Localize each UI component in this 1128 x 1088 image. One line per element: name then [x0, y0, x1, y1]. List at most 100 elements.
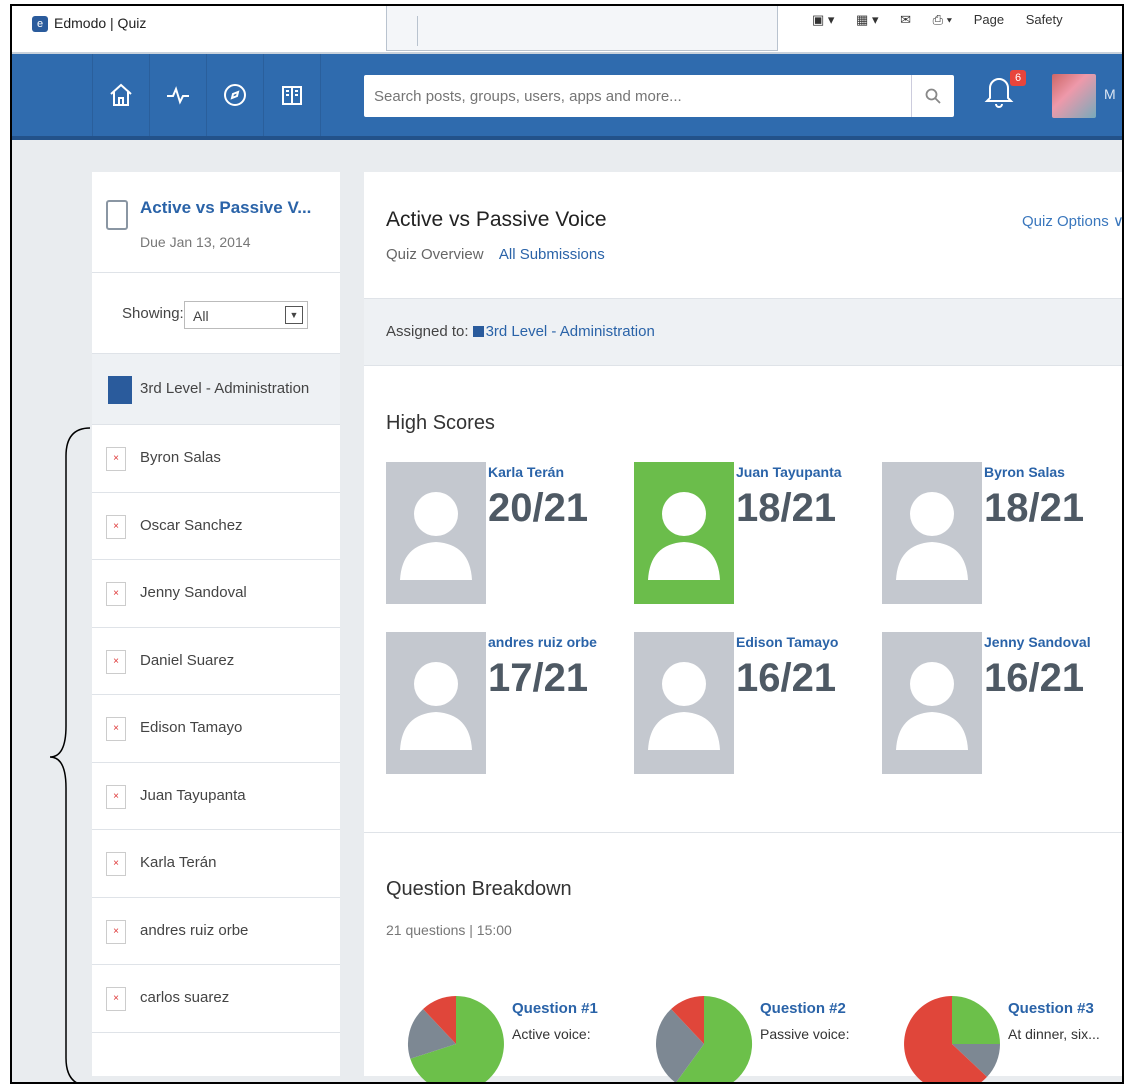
high-scores-heading: High Scores — [386, 412, 495, 434]
student-photo[interactable] — [882, 632, 982, 774]
student-name: Byron Salas — [140, 449, 221, 466]
pie-slice — [952, 996, 1000, 1044]
student-name: carlos suarez — [140, 989, 230, 1006]
not-submitted-icon: × — [106, 987, 126, 1011]
home-icon[interactable]: ▣ ▾ — [812, 12, 834, 27]
edmodo-tab-icon: e — [32, 16, 48, 32]
nav-icon-group — [92, 54, 321, 136]
high-score-card: Byron Salas 18/21 — [882, 462, 1122, 604]
student-photo[interactable] — [634, 632, 734, 774]
not-submitted-icon: × — [106, 717, 126, 741]
default-avatar-icon — [648, 662, 720, 750]
showing-label: Showing: — [122, 305, 184, 322]
high-score-value: 17/21 — [488, 656, 589, 700]
activity-nav-icon[interactable] — [150, 54, 207, 136]
tab-all-submissions[interactable]: All Submissions — [499, 246, 605, 263]
high-score-name[interactable]: Karla Terán — [488, 464, 564, 480]
sidebar-quiz-header[interactable]: Active vs Passive V... Due Jan 13, 2014 — [92, 172, 340, 273]
student-row[interactable]: × Byron Salas — [92, 425, 340, 493]
high-score-name[interactable]: Juan Tayupanta — [736, 464, 842, 480]
high-score-name[interactable]: andres ruiz orbe — [488, 634, 597, 650]
student-name: Jenny Sandoval — [140, 584, 247, 601]
high-score-name[interactable]: Edison Tamayo — [736, 634, 838, 650]
not-submitted-icon: × — [106, 514, 126, 539]
quiz-document-icon — [106, 200, 128, 230]
student-row[interactable]: × Oscar Sanchez — [92, 493, 340, 560]
not-submitted-icon: × — [106, 919, 126, 944]
compass-nav-icon[interactable] — [207, 54, 264, 136]
student-row[interactable]: × andres ruiz orbe — [92, 898, 340, 965]
sidebar-quiz-due: Due Jan 13, 2014 — [140, 234, 251, 250]
quiz-header: Active vs Passive Voice Quiz Overview Al… — [364, 172, 1122, 299]
default-avatar-icon — [400, 492, 472, 580]
search-button[interactable] — [911, 75, 954, 117]
dropdown-arrow-icon[interactable]: ▼ — [285, 306, 303, 324]
page-menu[interactable]: Page — [974, 12, 1004, 27]
question-text: Passive voice: — [760, 1026, 850, 1042]
student-row[interactable]: × Daniel Suarez — [92, 628, 340, 695]
student-name: Edison Tamayo — [140, 719, 243, 736]
student-name: Daniel Suarez — [140, 651, 235, 669]
student-photo[interactable] — [386, 462, 486, 604]
not-submitted-icon: × — [106, 447, 126, 471]
high-score-value: 16/21 — [984, 656, 1085, 700]
feeds-icon[interactable]: ▦ ▾ — [856, 12, 878, 27]
high-score-value: 20/21 — [488, 486, 589, 530]
student-photo[interactable] — [386, 632, 486, 774]
search-bar — [364, 75, 954, 117]
high-score-card: Karla Terán 20/21 — [386, 462, 626, 604]
group-color-icon — [472, 326, 484, 337]
student-name: Juan Tayupanta — [140, 786, 246, 804]
student-name: andres ruiz orbe — [140, 921, 249, 939]
student-list: × Byron Salas × Oscar Sanchez × Jenny Sandova… — [92, 425, 340, 1033]
high-score-card: Edison Tamayo 16/21 — [634, 632, 874, 774]
question-pie-chart[interactable] — [900, 992, 1004, 1084]
address-box[interactable] — [386, 6, 778, 51]
high-score-name[interactable]: Byron Salas — [984, 464, 1065, 480]
question-item: Question #3 At dinner, six... — [878, 972, 1118, 1084]
quiz-tabs: Quiz Overview All Submissions — [386, 246, 617, 263]
mail-icon[interactable]: ✉ — [900, 12, 911, 27]
showing-filter: Showing: All ▼ — [92, 273, 340, 354]
section-divider — [364, 832, 1122, 833]
student-photo[interactable] — [882, 462, 982, 604]
assigned-group-link[interactable]: 3rd Level - Administration — [486, 323, 655, 340]
sidebar-quiz-title[interactable]: Active vs Passive V... — [140, 198, 311, 218]
home-nav-icon[interactable] — [93, 54, 150, 136]
question-title[interactable]: Question #2 — [760, 1000, 846, 1017]
question-pie-chart[interactable] — [404, 992, 508, 1084]
default-avatar-icon — [400, 662, 472, 750]
student-row[interactable]: × Karla Terán — [92, 830, 340, 898]
quiz-main-panel: Active vs Passive Voice Quiz Overview Al… — [364, 172, 1122, 1082]
browser-tab-title[interactable]: Edmodo | Quiz — [54, 15, 146, 31]
student-row[interactable]: × carlos suarez — [92, 965, 340, 1033]
safety-menu[interactable]: Safety — [1026, 12, 1063, 27]
question-pie-chart[interactable] — [652, 992, 756, 1084]
showing-select[interactable]: All ▼ — [184, 301, 308, 329]
default-avatar-icon — [896, 662, 968, 750]
print-icon[interactable]: ⎙ ▾ — [933, 12, 952, 27]
curly-brace-annotation — [49, 427, 91, 1082]
search-input[interactable] — [364, 75, 911, 117]
student-row[interactable]: × Edison Tamayo — [92, 695, 340, 763]
backpack-nav-icon[interactable] — [264, 54, 321, 136]
student-row[interactable]: × Jenny Sandoval — [92, 560, 340, 628]
page-title: Active vs Passive Voice — [386, 208, 607, 231]
question-title[interactable]: Question #3 — [1008, 1000, 1094, 1017]
high-score-name[interactable]: Jenny Sandoval — [984, 634, 1091, 650]
submissions-sidebar: Active vs Passive V... Due Jan 13, 2014 … — [92, 172, 340, 1076]
high-score-value: 16/21 — [736, 656, 837, 700]
tab-quiz-overview[interactable]: Quiz Overview — [386, 246, 484, 263]
not-submitted-icon: × — [106, 784, 126, 809]
student-photo[interactable] — [634, 462, 734, 604]
student-row[interactable]: × Juan Tayupanta — [92, 763, 340, 830]
quiz-options-menu[interactable]: Quiz Options ∨ — [1022, 212, 1122, 230]
user-name[interactable]: M — [1104, 86, 1116, 102]
user-avatar[interactable] — [1052, 74, 1096, 118]
sidebar-group-name: 3rd Level - Administration — [140, 380, 310, 397]
assigned-to-bar: Assigned to: 3rd Level - Administration — [364, 299, 1122, 366]
question-title[interactable]: Question #1 — [512, 1000, 598, 1017]
assigned-label: Assigned to: — [386, 323, 469, 340]
high-score-card: Jenny Sandoval 16/21 — [882, 632, 1122, 774]
sidebar-group[interactable]: 3rd Level - Administration — [92, 354, 340, 425]
